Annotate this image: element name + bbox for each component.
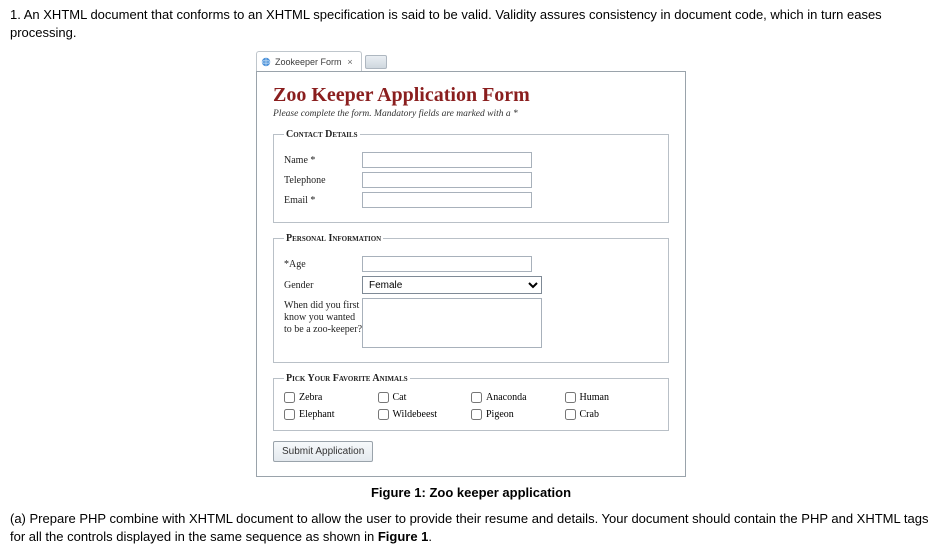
checkbox[interactable] [565,409,576,420]
checkbox[interactable] [378,409,389,420]
contact-legend: Contact Details [284,129,360,140]
gender-select[interactable]: Female [362,276,542,294]
animal-option-anaconda[interactable]: Anaconda [471,392,565,403]
tab-title: Zookeeper Form [275,57,342,67]
submit-button[interactable]: Submit Application [273,441,373,462]
animal-option-crab[interactable]: Crab [565,409,659,420]
animal-label: Human [580,392,609,403]
personal-info-fieldset: Personal Information *Age Gender Female … [273,233,669,363]
contact-details-fieldset: Contact Details Name * Telephone Email * [273,129,669,223]
story-textarea[interactable] [362,298,542,348]
page-body: Zoo Keeper Application Form Please compl… [256,71,686,477]
animal-label: Anaconda [486,392,527,403]
task-text-after: . [428,529,432,544]
checkbox[interactable] [284,392,295,403]
gender-label: Gender [284,280,362,291]
form-subtitle: Please complete the form. Mandatory fiel… [273,109,669,119]
checkbox[interactable] [565,392,576,403]
browser-tab[interactable]: Zookeeper Form × [256,51,362,71]
email-input[interactable] [362,192,532,208]
figure-caption: Figure 1: Zoo keeper application [10,485,932,500]
animal-label: Zebra [299,392,322,403]
story-label: When did you first know you wanted to be… [284,298,362,336]
animal-option-zebra[interactable]: Zebra [284,392,378,403]
name-input[interactable] [362,152,532,168]
age-label: *Age [284,259,362,270]
form-title: Zoo Keeper Application Form [273,84,669,107]
animals-legend: Pick Your Favorite Animals [284,373,410,384]
checkbox[interactable] [471,392,482,403]
animal-option-cat[interactable]: Cat [378,392,472,403]
question-number: 1. [10,7,21,22]
animal-label: Wildebeest [393,409,438,420]
animal-option-pigeon[interactable]: Pigeon [471,409,565,420]
close-icon[interactable]: × [346,57,355,66]
checkbox[interactable] [471,409,482,420]
telephone-input[interactable] [362,172,532,188]
animal-label: Elephant [299,409,335,420]
animal-label: Cat [393,392,407,403]
checkbox[interactable] [284,409,295,420]
task-letter: (a) [10,511,26,526]
animal-label: Crab [580,409,599,420]
new-tab-button[interactable] [365,55,387,69]
question-paragraph: 1. An XHTML document that conforms to an… [10,6,932,41]
browser-tabbar: Zookeeper Form × [256,49,686,71]
favorite-animals-fieldset: Pick Your Favorite Animals Zebra Cat Ana… [273,373,669,431]
telephone-label: Telephone [284,175,362,186]
email-label: Email * [284,195,362,206]
checkbox[interactable] [378,392,389,403]
animal-label: Pigeon [486,409,514,420]
animal-option-wildebeest[interactable]: Wildebeest [378,409,472,420]
age-input[interactable] [362,256,532,272]
task-paragraph: (a) Prepare PHP combine with XHTML docum… [10,510,932,545]
animal-option-elephant[interactable]: Elephant [284,409,378,420]
question-text: An XHTML document that conforms to an XH… [10,7,882,40]
name-label: Name * [284,155,362,166]
browser-screenshot: Zookeeper Form × Zoo Keeper Application … [256,49,686,477]
task-text-before: Prepare PHP combine with XHTML document … [10,511,928,544]
personal-legend: Personal Information [284,233,383,244]
task-bold: Figure 1 [378,529,429,544]
animal-option-human[interactable]: Human [565,392,659,403]
globe-icon [261,57,271,67]
